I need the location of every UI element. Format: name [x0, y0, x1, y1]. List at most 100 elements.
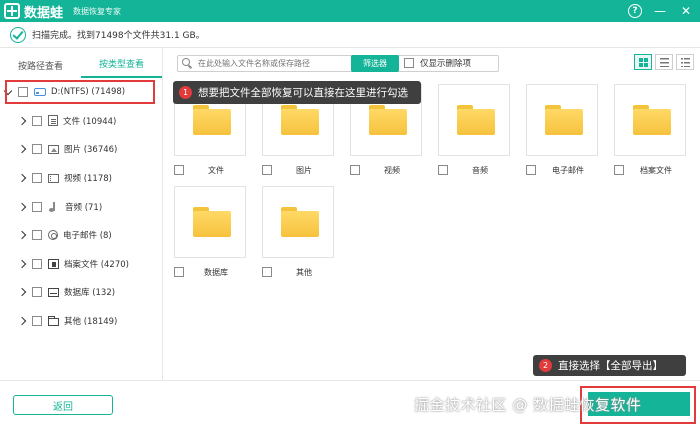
minimize-icon[interactable]: —	[652, 3, 668, 19]
tile-card[interactable]	[438, 84, 510, 156]
search-icon	[182, 58, 190, 66]
file-type-tree: D:(NTFS) (71498) 文件 (10944) 图片 (36746) 视…	[0, 78, 162, 335]
logo-plus-icon	[4, 3, 20, 19]
folder-icon	[633, 105, 671, 135]
tip-callout-1: 1 想要把文件全部恢复可以直接在这里进行勾选	[173, 81, 421, 104]
tab-by-path[interactable]: 按路径查看	[0, 59, 81, 78]
chevron-right-icon[interactable]	[18, 203, 26, 211]
watermark-text: 掘金技术社区 @ 数据蛙恢复软件	[414, 396, 642, 414]
view-mode-switch	[634, 54, 694, 70]
tile-checkbox[interactable]	[174, 267, 184, 277]
tree-item-checkbox[interactable]	[32, 144, 42, 155]
tile-databases[interactable]: 数据库	[172, 186, 247, 281]
window-controls: ? — ✕	[628, 0, 694, 22]
tile-email[interactable]: 电子邮件	[524, 84, 599, 179]
filter-button[interactable]: 筛选器	[351, 55, 399, 72]
tile-label: 电子邮件	[552, 166, 584, 175]
tile-audio[interactable]: 音频	[436, 84, 511, 179]
chevron-right-icon[interactable]	[18, 117, 26, 125]
tree-item-label: 音频 (71)	[65, 202, 103, 213]
tile-checkbox[interactable]	[614, 165, 624, 175]
tree-item-label: 档案文件 (4270)	[64, 259, 129, 270]
view-tabs: 按路径查看 按类型查看	[0, 48, 162, 78]
check-circle-icon	[10, 26, 26, 43]
app-logo: 数据蛙 数据恢复专家	[4, 2, 121, 21]
tree-item-images[interactable]: 图片 (36746)	[0, 135, 162, 164]
deleted-only-label: 仅显示删除项	[420, 59, 472, 69]
folder-icon	[193, 207, 231, 237]
tree-item-checkbox[interactable]	[32, 287, 42, 298]
grid-view-button[interactable]	[634, 54, 652, 70]
tree-item-label: 视频 (1178)	[64, 174, 112, 185]
tree-item-checkbox[interactable]	[32, 230, 42, 241]
chevron-right-icon[interactable]	[18, 260, 26, 268]
close-icon[interactable]: ✕	[678, 3, 694, 19]
tile-label: 文件	[208, 166, 224, 175]
list-view-button[interactable]	[655, 54, 673, 70]
chevron-right-icon[interactable]	[18, 174, 26, 182]
tree-item-audio[interactable]: 音频 (71)	[0, 192, 162, 221]
document-icon	[48, 115, 58, 127]
tile-checkbox[interactable]	[438, 165, 448, 175]
tile-label: 档案文件	[640, 166, 672, 175]
tile-label: 音频	[472, 166, 488, 175]
tile-card[interactable]	[614, 84, 686, 156]
email-icon	[48, 230, 58, 241]
tip-text: 想要把文件全部恢复可以直接在这里进行勾选	[198, 87, 408, 99]
tile-label: 图片	[296, 166, 312, 175]
deleted-only-checkbox[interactable]	[404, 58, 414, 68]
detail-list-icon	[681, 58, 690, 67]
tree-item-databases[interactable]: 数据库 (132)	[0, 278, 162, 307]
tile-archives[interactable]: 档案文件	[612, 84, 687, 179]
tile-label: 数据库	[204, 268, 228, 277]
tip-number-badge: 2	[539, 359, 552, 372]
database-icon	[48, 287, 59, 297]
tip-text: 直接选择【全部导出】	[558, 360, 663, 372]
tile-label: 其他	[296, 268, 312, 277]
tree-item-archives[interactable]: 档案文件 (4270)	[0, 250, 162, 279]
tree-item-label: 图片 (36746)	[64, 145, 118, 156]
tree-item-videos[interactable]: 视频 (1178)	[0, 164, 162, 193]
tree-item-documents[interactable]: 文件 (10944)	[0, 107, 162, 136]
folder-icon	[457, 105, 495, 135]
tree-item-checkbox[interactable]	[32, 115, 42, 126]
tile-checkbox[interactable]	[174, 165, 184, 175]
tree-item-label: 文件 (10944)	[63, 116, 117, 127]
tree-item-checkbox[interactable]	[32, 316, 42, 327]
tile-checkbox[interactable]	[262, 165, 272, 175]
chevron-right-icon[interactable]	[18, 231, 26, 239]
tile-checkbox[interactable]	[526, 165, 536, 175]
tree-item-label: 电子邮件 (8)	[63, 231, 112, 242]
image-icon	[48, 144, 59, 154]
folder-icon	[545, 105, 583, 135]
video-icon	[48, 173, 59, 183]
back-button[interactable]: 返回	[13, 395, 113, 415]
chevron-right-icon[interactable]	[18, 145, 26, 153]
tile-label: 视频	[384, 166, 400, 175]
footer-bar: 返回 掘金技术社区 @ 数据蛙恢复软件	[0, 380, 700, 426]
tab-by-type[interactable]: 按类型查看	[81, 57, 162, 78]
tree-item-email[interactable]: 电子邮件 (8)	[0, 221, 162, 250]
tile-checkbox[interactable]	[262, 267, 272, 277]
tile-card[interactable]	[174, 186, 246, 258]
chevron-right-icon[interactable]	[18, 317, 26, 325]
scan-status-bar: 扫描完成。找到71498个文件共31.1 GB。	[0, 22, 700, 48]
tile-checkbox[interactable]	[350, 165, 360, 175]
tree-item-checkbox[interactable]	[32, 173, 42, 184]
grid-icon	[639, 58, 648, 67]
tile-card[interactable]	[262, 186, 334, 258]
help-icon[interactable]: ?	[628, 4, 642, 18]
tree-item-checkbox[interactable]	[32, 258, 42, 269]
folder-icon	[281, 105, 319, 135]
app-name: 数据蛙	[24, 5, 64, 21]
folder-icon	[281, 207, 319, 237]
tile-other[interactable]: 其他	[260, 186, 335, 281]
detail-view-button[interactable]	[676, 54, 694, 70]
tile-card[interactable]	[526, 84, 598, 156]
toolbar: 筛选器 仅显示删除项	[163, 48, 700, 78]
tree-item-other[interactable]: 其他 (18149)	[0, 307, 162, 336]
deleted-only-option[interactable]: 仅显示删除项	[404, 57, 471, 69]
tree-item-checkbox[interactable]	[32, 201, 42, 212]
title-bar: 数据蛙 数据恢复专家 ? — ✕	[0, 0, 700, 22]
chevron-right-icon[interactable]	[18, 288, 26, 296]
